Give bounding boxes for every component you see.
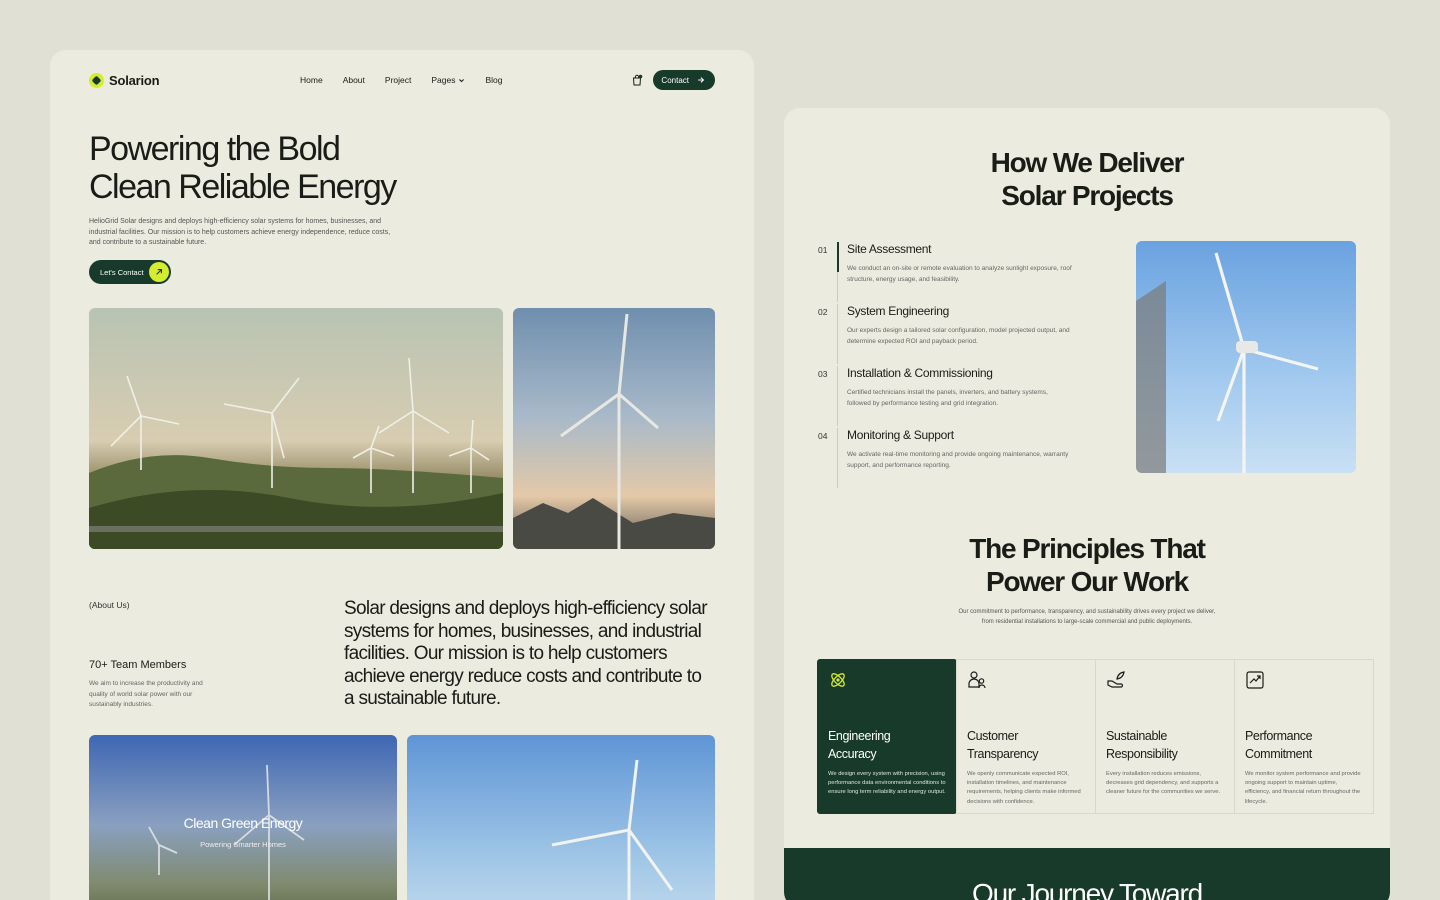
step-divider [837, 366, 838, 426]
hero-description: HelioGrid Solar designs and deploys high… [89, 218, 391, 246]
principle-title: Performance Commitment [1245, 729, 1313, 761]
principle-title: Engineering Accuracy [828, 729, 891, 761]
lets-contact-button[interactable]: Let's Contact [89, 260, 171, 284]
atom-icon [831, 673, 845, 687]
step-description: Our experts design a tailored solar conf… [847, 327, 1070, 345]
principle-card[interactable]: Engineering Accuracy We design every sys… [817, 659, 957, 814]
principles-description: Our commitment to performance, transpare… [958, 609, 1216, 625]
top-nav: Solarion Home About Project Pages Blog C… [89, 60, 715, 100]
wind-farm-hills-image [89, 308, 503, 549]
step-number: 01 [818, 245, 828, 255]
step-title: Site Assessment [847, 242, 932, 256]
principle-title: Customer Transparency [967, 729, 1039, 761]
principle-description: We design every system with precision, u… [828, 771, 946, 796]
journey-title: Our Journey Toward [971, 878, 1203, 900]
hand-leaf-icon [1107, 671, 1125, 688]
clean-green-energy-image: Clean Green Energy Powering Smarter Home… [89, 735, 397, 900]
principle-card[interactable]: Performance Commitment We monitor system… [1234, 659, 1374, 814]
turbine-blue-sky-image [407, 735, 715, 900]
step-description: We activate real-time monitoring and pro… [847, 451, 1069, 469]
brand-name: Solarion [109, 72, 160, 88]
team-members-title: 70+ Team Members [89, 659, 187, 671]
about-statement: Solar designs and deploys high-efficienc… [344, 598, 708, 709]
principle-card[interactable]: Sustainable Responsibility Every install… [1095, 659, 1235, 814]
process-page-preview: How We Deliver Solar Projects 01 Site As… [784, 108, 1390, 900]
users-icon [968, 671, 986, 689]
nav-link-pages[interactable]: Pages [431, 75, 465, 85]
team-members-description: We aim to increase the productivity and … [89, 680, 203, 708]
landing-page-preview: Solarion Home About Project Pages Blog C… [50, 50, 754, 900]
step-number: 04 [818, 431, 828, 441]
process-step[interactable]: 04 Monitoring & Support We activate real… [818, 424, 1118, 488]
logo-icon [89, 72, 104, 88]
contact-button[interactable]: Contact [653, 70, 715, 90]
principle-title: Sustainable Responsibility [1106, 729, 1178, 761]
process-step[interactable]: 02 System Engineering Our experts design… [818, 300, 1118, 364]
step-number: 02 [818, 307, 828, 317]
turbine-closeup-image [1136, 241, 1356, 473]
step-title: System Engineering [847, 304, 949, 318]
process-step[interactable]: 03 Installation & Commissioning Certifie… [818, 362, 1118, 426]
about-us-tag: (About Us) [89, 600, 130, 610]
nav-actions: Contact [631, 70, 715, 90]
step-divider [837, 304, 838, 364]
nav-link-home[interactable]: Home [300, 75, 323, 85]
shopping-bag-icon[interactable] [631, 74, 643, 86]
principle-description: We monitor system performance and provid… [1245, 771, 1361, 805]
arrow-up-right-icon [149, 262, 169, 282]
nav-link-about[interactable]: About [343, 75, 365, 85]
principle-description: Every installation reduces emissions, de… [1106, 771, 1221, 796]
single-turbine-sunset-image [513, 308, 715, 549]
step-description: Certified technicians install the panels… [847, 389, 1048, 407]
trend-up-icon [1246, 671, 1264, 689]
nav-link-project[interactable]: Project [385, 75, 411, 85]
step-number: 03 [818, 369, 828, 379]
step-active-indicator [837, 242, 839, 272]
principle-card[interactable]: Customer Transparency We openly communic… [956, 659, 1096, 814]
deliver-title: How We Deliver Solar Projects [990, 147, 1185, 211]
process-steps: 01 Site Assessment We conduct an on-site… [818, 238, 1118, 488]
promo-title: Clean Green Energy [183, 815, 303, 831]
step-description: We conduct an on-site or remote evaluati… [847, 265, 1072, 283]
nav-links: Home About Project Pages Blog [300, 75, 503, 85]
process-step[interactable]: 01 Site Assessment We conduct an on-site… [818, 238, 1118, 302]
nav-link-blog[interactable]: Blog [485, 75, 502, 85]
journey-section: Our Journey Toward [784, 848, 1390, 900]
principles-cards: Engineering Accuracy We design every sys… [817, 659, 1374, 814]
step-title: Monitoring & Support [847, 428, 954, 442]
principles-title: The Principles That Power Our Work [969, 533, 1206, 597]
logo[interactable]: Solarion [89, 72, 160, 88]
step-divider [837, 428, 838, 488]
step-title: Installation & Commissioning [847, 366, 993, 380]
promo-subtitle: Powering Smarter Homes [200, 840, 286, 849]
arrow-right-icon [698, 77, 705, 83]
principle-description: We openly communicate expected ROI, inst… [967, 771, 1081, 805]
hero-title: Powering the Bold Clean Reliable Energy [89, 130, 397, 206]
chevron-down-icon [459, 78, 465, 82]
